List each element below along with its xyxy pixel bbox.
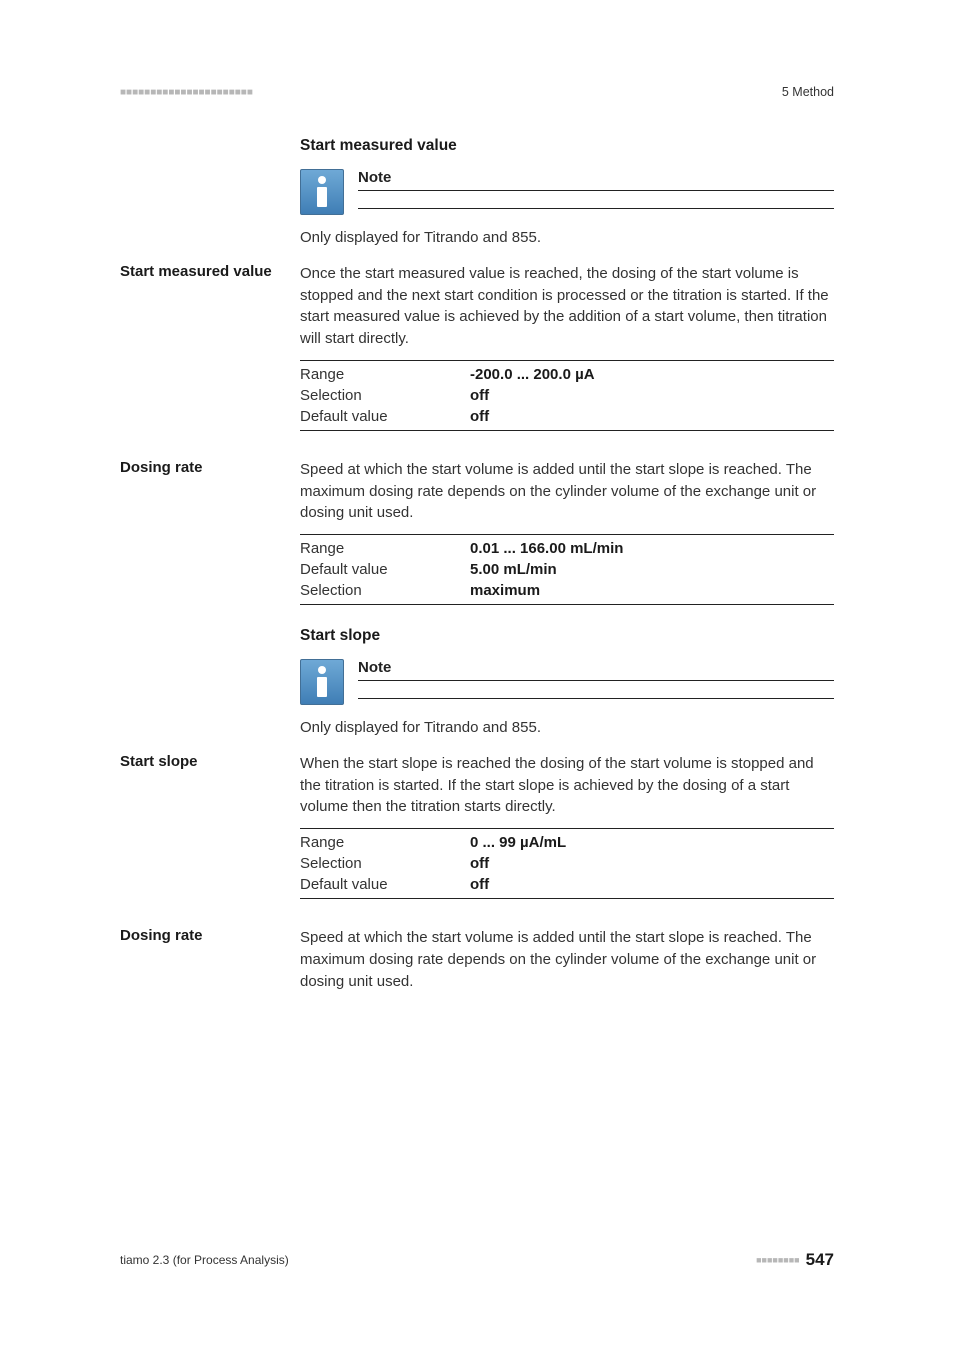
spec-val: 0 ... 99 µA/mL	[470, 832, 566, 853]
spec-key: Default value	[300, 559, 470, 580]
row-param-smv: Start measured value Once the start meas…	[120, 263, 834, 453]
spec-val: -200.0 ... 200.0 µA	[470, 364, 595, 385]
spec-val: off	[470, 385, 489, 406]
spec-table: Range 0.01 ... 166.00 mL/min Default val…	[300, 534, 834, 605]
table-row: Default value off	[300, 874, 834, 898]
info-icon	[300, 659, 344, 705]
spec-val: off	[470, 853, 489, 874]
row-heading-smv: Start measured value Note Only displayed…	[120, 137, 834, 257]
spec-key: Default value	[300, 874, 470, 895]
spec-key: Range	[300, 364, 470, 385]
table-row: Selection off	[300, 385, 834, 406]
spec-val: 5.00 mL/min	[470, 559, 557, 580]
spec-key: Range	[300, 538, 470, 559]
spec-table: Range 0 ... 99 µA/mL Selection off Defau…	[300, 828, 834, 899]
spec-val: maximum	[470, 580, 540, 601]
subsection-heading: Start measured value	[300, 137, 834, 155]
note-title: Note	[358, 659, 834, 681]
param-desc: Once the start measured value is reached…	[300, 263, 834, 350]
note-text: Only displayed for Titrando and 855.	[300, 717, 834, 739]
info-icon	[300, 169, 344, 215]
spec-val: off	[470, 406, 489, 427]
table-row: Range -200.0 ... 200.0 µA	[300, 361, 834, 385]
table-row: Default value off	[300, 406, 834, 430]
param-label: Start slope	[120, 753, 300, 770]
table-row: Selection maximum	[300, 580, 834, 604]
footer-product: tiamo 2.3 (for Process Analysis)	[120, 1253, 289, 1267]
row-param-dosing2: Dosing rate Speed at which the start vol…	[120, 927, 834, 1002]
row-param-ss: Start slope When the start slope is reac…	[120, 753, 834, 921]
table-row: Default value 5.00 mL/min	[300, 559, 834, 580]
page-footer: tiamo 2.3 (for Process Analysis) ■■■■■■■…	[120, 1250, 834, 1270]
footer-ticks: ■■■■■■■■	[756, 1255, 800, 1265]
spec-key: Selection	[300, 385, 470, 406]
row-param-dosing1: Dosing rate Speed at which the start vol…	[120, 459, 834, 627]
row-heading-ss: Start slope Note Only displayed for Titr…	[120, 627, 834, 747]
header-section: 5 Method	[782, 85, 834, 99]
table-row: Range 0 ... 99 µA/mL	[300, 829, 834, 853]
param-desc: Speed at which the start volume is added…	[300, 927, 834, 992]
param-label: Start measured value	[120, 263, 300, 280]
table-row: Range 0.01 ... 166.00 mL/min	[300, 535, 834, 559]
table-row: Selection off	[300, 853, 834, 874]
spec-table: Range -200.0 ... 200.0 µA Selection off …	[300, 360, 834, 431]
param-desc: Speed at which the start volume is added…	[300, 459, 834, 524]
note-title: Note	[358, 169, 834, 191]
page-header: ■■■■■■■■■■■■■■■■■■■■■■ 5 Method	[120, 85, 834, 99]
spec-key: Selection	[300, 853, 470, 874]
subsection-heading: Start slope	[300, 627, 834, 645]
note-text: Only displayed for Titrando and 855.	[300, 227, 834, 249]
param-desc: When the start slope is reached the dosi…	[300, 753, 834, 818]
spec-key: Default value	[300, 406, 470, 427]
spec-val: off	[470, 874, 489, 895]
note-box: Note Only displayed for Titrando and 855…	[300, 169, 834, 249]
header-ticks: ■■■■■■■■■■■■■■■■■■■■■■	[120, 87, 253, 98]
param-label: Dosing rate	[120, 459, 300, 476]
spec-key: Range	[300, 832, 470, 853]
page: ■■■■■■■■■■■■■■■■■■■■■■ 5 Method Start me…	[0, 0, 954, 1350]
note-box: Note Only displayed for Titrando and 855…	[300, 659, 834, 739]
spec-val: 0.01 ... 166.00 mL/min	[470, 538, 623, 559]
page-number: 547	[806, 1250, 834, 1270]
spec-key: Selection	[300, 580, 470, 601]
param-label: Dosing rate	[120, 927, 300, 944]
